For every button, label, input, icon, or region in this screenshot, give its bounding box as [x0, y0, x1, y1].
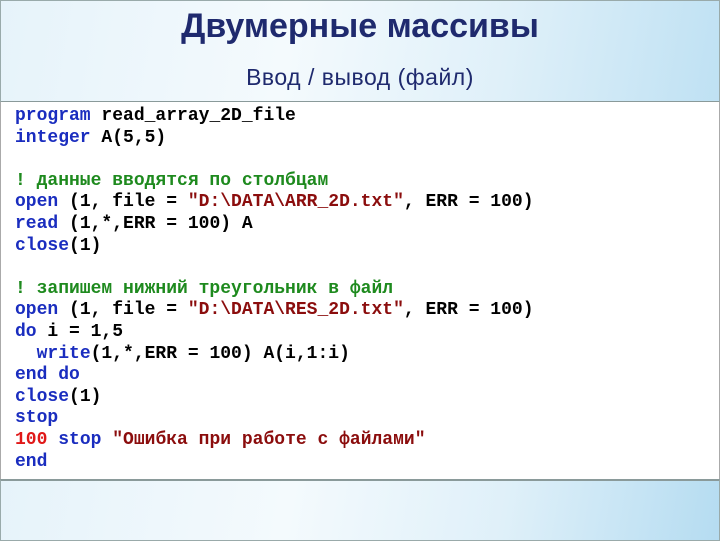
code-label: 100 — [15, 429, 48, 450]
code-line: ! данные вводятся по столбцам — [15, 171, 534, 193]
slide-title: Двумерные массивы — [181, 7, 539, 45]
code-line: end do — [15, 365, 534, 387]
code-text: , ERR = 100) — [403, 192, 534, 213]
code-text: (1,*,ERR = 100) A — [58, 213, 253, 234]
code-string: "D:\DATA\RES_2D.txt" — [187, 300, 404, 321]
code-keyword: stop — [58, 429, 102, 450]
code-text: (1,*,ERR = 100) A(i,1:i) — [90, 343, 350, 364]
code-line: open (1, file = "D:\DATA\RES_2D.txt", ER… — [15, 300, 534, 322]
slide-header: Двумерные массивы Ввод / вывод (файл) — [0, 0, 720, 103]
code-line: integer A(5,5) — [15, 128, 534, 150]
code-line: program read_array_2D_file — [15, 106, 534, 128]
code-text: (1, file = — [58, 300, 188, 321]
code-keyword: do — [15, 321, 37, 342]
slide-subtitle: Ввод / вывод (файл) — [246, 64, 474, 90]
code-line: read (1,*,ERR = 100) A — [15, 214, 534, 236]
code-text: read_array_2D_file — [90, 106, 296, 126]
code-line: end — [15, 452, 534, 474]
code-line: do i = 1,5 — [15, 322, 534, 344]
code-text: (1) — [69, 386, 102, 407]
code-text: (1, file = — [58, 192, 188, 213]
code-keyword: stop — [15, 408, 59, 429]
code-keyword: open — [15, 300, 59, 321]
code-string: "Ошибка при работе с файлами" — [112, 429, 426, 450]
code-keyword: close — [15, 386, 70, 407]
code-keyword: write — [36, 343, 91, 364]
code-line: 100 stop "Ошибка при работе с файлами" — [15, 430, 534, 452]
code-comment: ! данные вводятся по столбцам — [15, 170, 329, 191]
code-block: program read_array_2D_file integer A(5,5)… — [0, 102, 720, 479]
code-keyword: close — [15, 235, 70, 256]
code-line: stop — [15, 408, 534, 430]
code-text: , ERR = 100) — [403, 300, 534, 321]
code-comment: ! запишем нижний треугольник в файл — [15, 278, 394, 299]
code-string: "D:\DATA\ARR_2D.txt" — [187, 192, 404, 213]
code-line: close(1) — [15, 236, 534, 258]
code-keyword: end — [15, 451, 48, 472]
code-keyword: read — [15, 213, 59, 234]
code-keyword: open — [15, 192, 59, 213]
slide-footer — [0, 479, 720, 541]
code-keyword: integer — [15, 127, 91, 148]
code-text: A(5,5) — [90, 127, 167, 148]
code-line: open (1, file = "D:\DATA\ARR_2D.txt", ER… — [15, 192, 534, 214]
code-line: close(1) — [15, 387, 534, 409]
code-keyword: end do — [15, 365, 80, 386]
code-keyword: program — [15, 106, 91, 126]
code-line: ! запишем нижний треугольник в файл — [15, 279, 534, 301]
code-line: write(1,*,ERR = 100) A(i,1:i) — [15, 344, 534, 366]
code-text: i = 1,5 — [36, 321, 124, 342]
code-lines: program read_array_2D_file integer A(5,5)… — [15, 106, 534, 473]
code-text: (1) — [69, 235, 102, 256]
